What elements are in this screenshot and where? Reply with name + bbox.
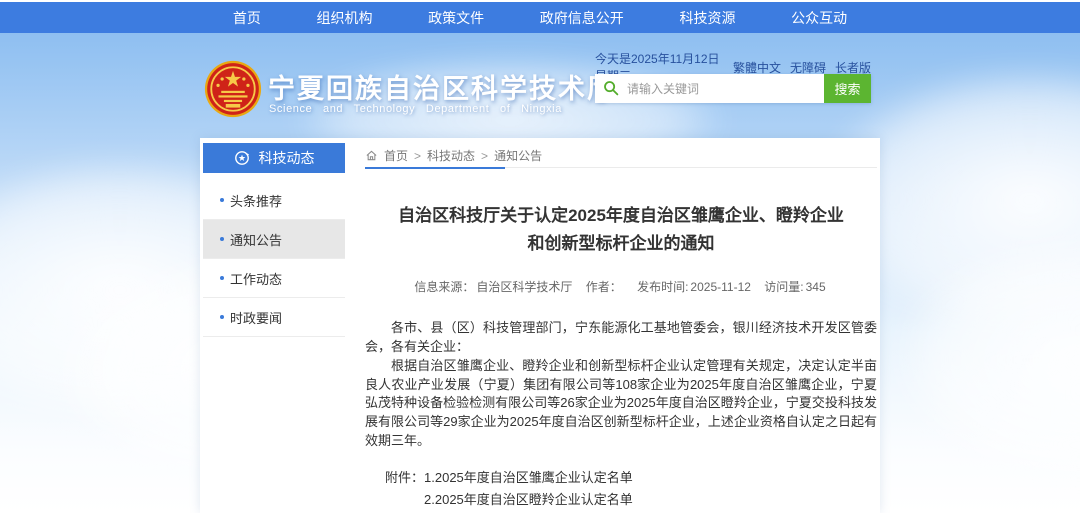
- search-button[interactable]: 搜索: [824, 74, 871, 103]
- sidebar-header: 科技动态: [203, 143, 345, 173]
- article-body: 各市、县（区）科技管理部门，宁东能源化工基地管委会，银川经济技术开发区管委会，各…: [365, 319, 877, 451]
- site-subtitle-english: Science and Technology Department of Nin…: [269, 103, 562, 115]
- attachments-block: 附件： 1.2025年度自治区雏鹰企业认定名单 2.2025年度自治区瞪羚企业认…: [365, 467, 877, 513]
- home-icon: [365, 149, 378, 162]
- sidebar-item-label: 通知公告: [230, 230, 282, 249]
- nav-item-tech-resources[interactable]: 科技资源: [679, 8, 735, 28]
- traditional-chinese-link[interactable]: 繁體中文: [733, 59, 781, 76]
- utility-links: 繁體中文 无障碍 长者版: [733, 59, 871, 76]
- attachments-list: 1.2025年度自治区雏鹰企业认定名单 2.2025年度自治区瞪羚企业认定名单 …: [424, 467, 672, 513]
- meta-views-value: 345: [806, 280, 826, 294]
- article-title: 自治区科技厅关于认定2025年度自治区雏鹰企业、瞪羚企业 和创新型标杆企业的通知: [365, 202, 877, 258]
- nav-item-home[interactable]: 首页: [233, 8, 261, 28]
- article-meta: 信息来源：自治区科学技术厅 作者： 发布时间:2025-11-12 访问量:34…: [365, 278, 877, 295]
- sidebar-item-label: 时政要闻: [230, 308, 282, 327]
- accessibility-link[interactable]: 无障碍: [790, 59, 826, 76]
- top-navigation-bar: 首页 组织机构 政策文件 政府信息公开 科技资源 公众互动: [0, 2, 1080, 33]
- nav-item-policy-documents[interactable]: 政策文件: [428, 8, 484, 28]
- main-content-panel: 科技动态 头条推荐 通知公告 工作动态 时政要闻: [200, 138, 880, 513]
- attachments-label: 附件：: [385, 467, 424, 513]
- meta-publish-time-value: 2025-11-12: [690, 280, 751, 294]
- nav-item-gov-info-disclosure[interactable]: 政府信息公开: [540, 8, 624, 28]
- sidebar-item-work-updates[interactable]: 工作动态: [203, 259, 345, 298]
- article-paragraph: 各市、县（区）科技管理部门，宁东能源化工基地管委会，银川经济技术开发区管委会，各…: [365, 319, 877, 357]
- senior-version-link[interactable]: 长者版: [835, 59, 871, 76]
- tech-news-icon: [234, 150, 250, 166]
- search-icon: [603, 80, 619, 96]
- sidebar-title: 科技动态: [259, 148, 315, 168]
- breadcrumb-notices[interactable]: 通知公告: [494, 147, 542, 164]
- breadcrumb: 首页 > 科技动态 > 通知公告: [365, 144, 877, 168]
- nav-item-organization[interactable]: 组织机构: [316, 8, 372, 28]
- nav-menu: 首页 组织机构 政策文件 政府信息公开 科技资源 公众互动: [205, 2, 875, 33]
- sidebar-item-label: 工作动态: [230, 269, 282, 288]
- meta-publish-time-label: 发布时间:: [637, 280, 688, 294]
- attachment-link-eagle-list[interactable]: 1.2025年度自治区雏鹰企业认定名单: [424, 467, 672, 489]
- breadcrumb-active-underline: [365, 167, 505, 169]
- bullet-dot-icon: [220, 237, 224, 241]
- breadcrumb-separator: >: [414, 149, 421, 163]
- breadcrumb-home[interactable]: 首页: [384, 147, 408, 164]
- bullet-dot-icon: [220, 315, 224, 319]
- sidebar-item-current-affairs[interactable]: 时政要闻: [203, 298, 345, 337]
- meta-source-label: 信息来源：: [414, 280, 474, 294]
- search-bar: 搜索: [595, 74, 871, 103]
- national-emblem-logo[interactable]: [204, 60, 262, 118]
- article-paragraph: 根据自治区雏鹰企业、瞪羚企业和创新型标杆企业认定管理有关规定，决定认定半亩良人农…: [365, 357, 877, 451]
- article-title-line2: 和创新型标杆企业的通知: [365, 230, 877, 258]
- breadcrumb-separator: >: [481, 149, 488, 163]
- bullet-dot-icon: [220, 276, 224, 280]
- sidebar-item-notices[interactable]: 通知公告: [203, 220, 345, 259]
- article-content-area: 首页 > 科技动态 > 通知公告 自治区科技厅关于认定2025年度自治区雏鹰企业…: [365, 144, 877, 513]
- breadcrumb-tech-news[interactable]: 科技动态: [427, 147, 475, 164]
- attachment-link-gazelle-list[interactable]: 2.2025年度自治区瞪羚企业认定名单: [424, 489, 672, 511]
- meta-source-value: 自治区科学技术厅: [476, 280, 572, 294]
- sidebar-item-label: 头条推荐: [230, 191, 282, 210]
- nav-item-public-interaction[interactable]: 公众互动: [791, 8, 847, 28]
- sidebar-item-headlines[interactable]: 头条推荐: [203, 181, 345, 220]
- meta-author-label: 作者：: [586, 280, 622, 294]
- search-box: [595, 74, 824, 103]
- page: 首页 组织机构 政策文件 政府信息公开 科技资源 公众互动 宁夏回族自治区科学技…: [0, 0, 1080, 513]
- sidebar-menu: 头条推荐 通知公告 工作动态 时政要闻: [203, 181, 345, 337]
- site-title: 宁夏回族自治区科学技术厅: [268, 67, 616, 106]
- meta-views-label: 访问量:: [764, 280, 803, 294]
- article-title-line1: 自治区科技厅关于认定2025年度自治区雏鹰企业、瞪羚企业: [365, 202, 877, 230]
- bullet-dot-icon: [220, 198, 224, 202]
- search-input[interactable]: [595, 74, 824, 103]
- sidebar: 科技动态 头条推荐 通知公告 工作动态 时政要闻: [203, 143, 345, 337]
